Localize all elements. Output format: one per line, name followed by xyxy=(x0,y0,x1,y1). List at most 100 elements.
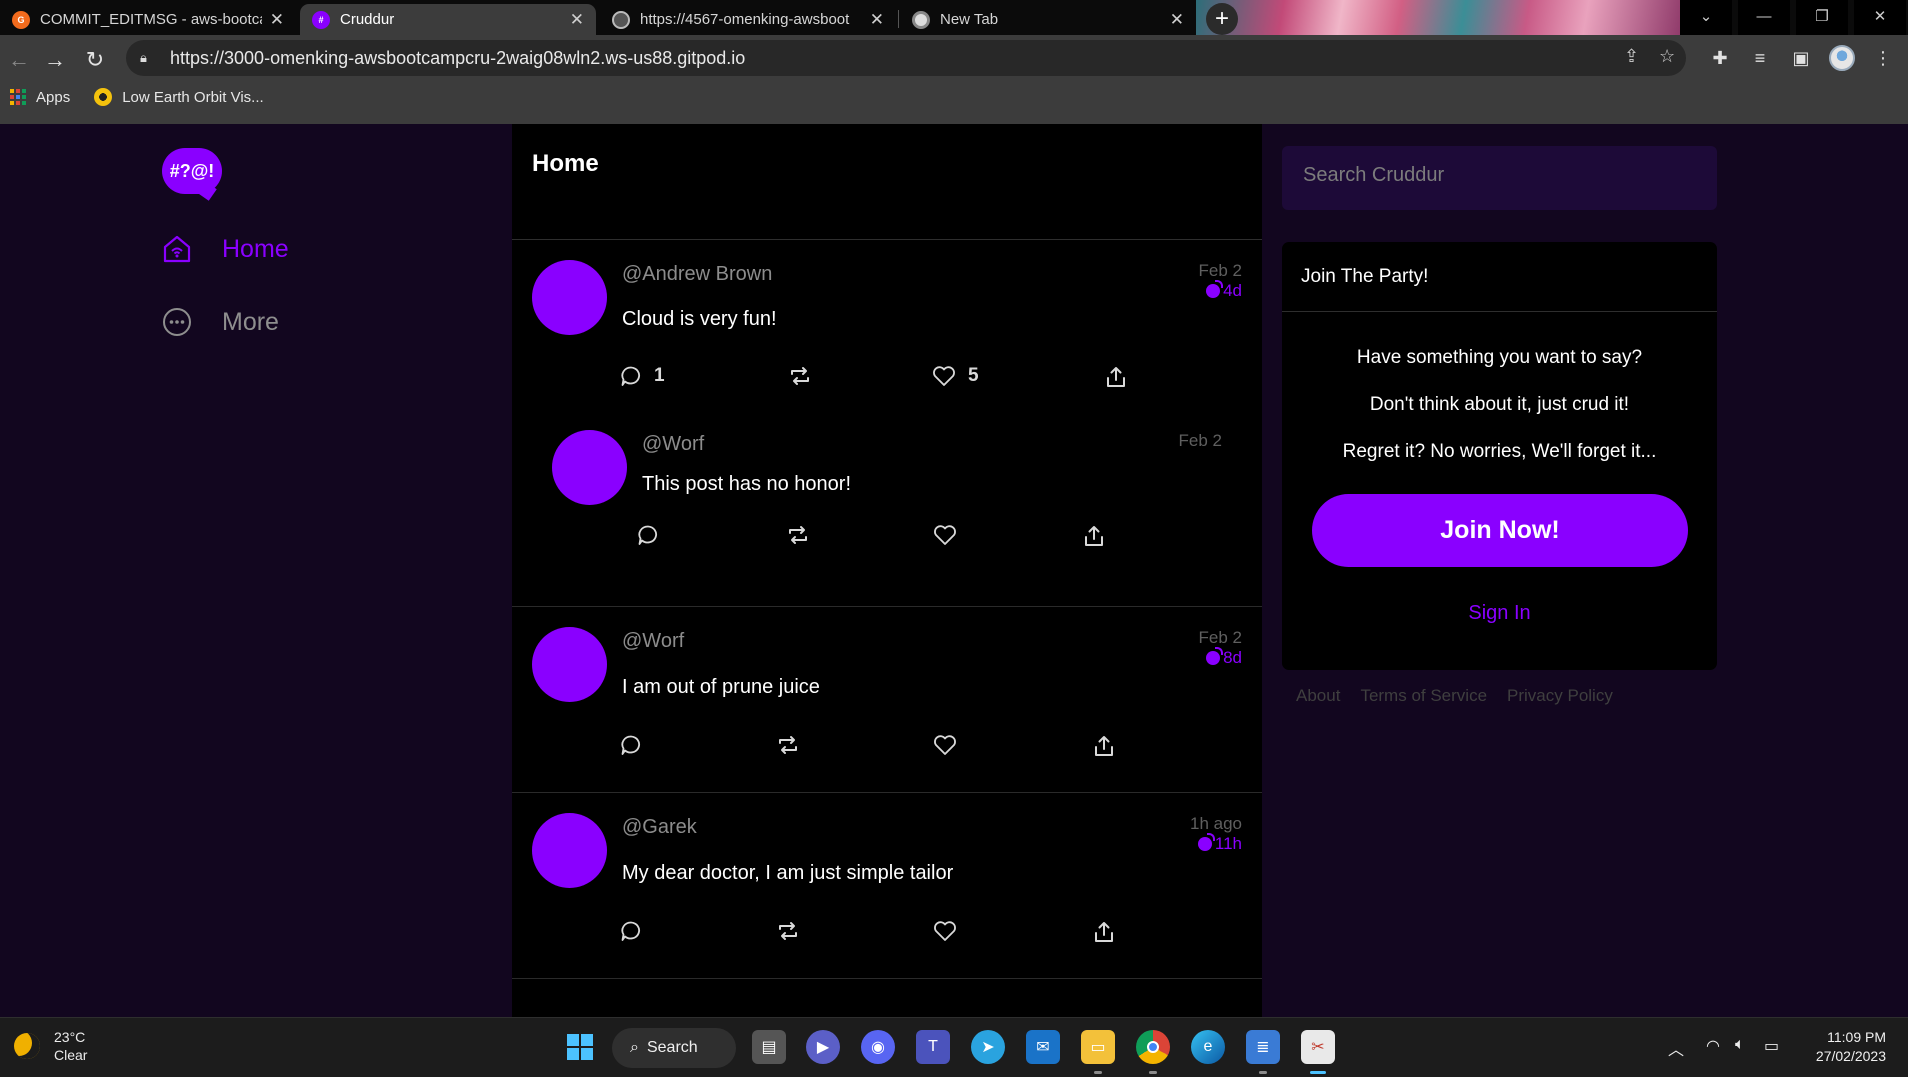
address-bar[interactable]: 🔒︎ https://3000-omenking-awsbootcampcru-… xyxy=(126,40,1686,76)
repost-button[interactable] xyxy=(776,920,800,942)
wifi-icon[interactable]: ◠ xyxy=(1706,1036,1720,1056)
activity-handle[interactable]: @Garek xyxy=(622,816,697,839)
show-hidden-icons-chevron-icon[interactable]: ︿ xyxy=(1668,1036,1684,1060)
bookmark-star-icon[interactable]: ☆ xyxy=(1659,46,1675,67)
share-button[interactable] xyxy=(1092,734,1116,758)
like-button[interactable] xyxy=(933,734,957,756)
reply-button[interactable]: 1 xyxy=(620,365,665,387)
file-explorer-icon[interactable]: ▭ xyxy=(1081,1030,1115,1064)
share-button[interactable] xyxy=(1082,524,1106,548)
reply-button[interactable] xyxy=(637,524,659,546)
restore-icon[interactable]: ❐ xyxy=(1796,0,1848,35)
reload-icon[interactable]: ↻ xyxy=(80,45,110,75)
like-button[interactable]: 5 xyxy=(932,365,979,387)
browser-tab-strip: G COMMIT_EDITMSG - aws-bootca ✕ # Cruddu… xyxy=(0,0,1908,42)
battery-icon[interactable]: ▭ xyxy=(1764,1036,1779,1056)
reply-handle[interactable]: @Worf xyxy=(642,433,704,456)
extensions-puzzle-icon[interactable]: ✚ xyxy=(1707,45,1733,71)
taskbar-search[interactable]: ⌕ Search xyxy=(612,1028,736,1068)
heart-icon xyxy=(933,366,955,386)
tab-commit-editmsg[interactable]: G COMMIT_EDITMSG - aws-bootca ✕ xyxy=(0,4,296,35)
cruddur-logo[interactable]: #?@! xyxy=(162,148,222,201)
share-button[interactable] xyxy=(1092,920,1116,944)
join-card-title: Join The Party! xyxy=(1282,242,1717,312)
search-input[interactable]: Search Cruddur xyxy=(1282,146,1717,210)
menu-kebab-icon[interactable]: ⋮ xyxy=(1870,45,1896,71)
activity-item[interactable]: @Worf I am out of prune juice Feb 2 8d xyxy=(512,607,1262,793)
like-button[interactable] xyxy=(933,920,957,942)
reply-avatar[interactable] xyxy=(552,430,627,505)
footer-link-about[interactable]: About xyxy=(1296,686,1340,706)
tab-search-icon[interactable]: ⌄ xyxy=(1680,0,1732,35)
edge-icon[interactable]: e xyxy=(1191,1030,1225,1064)
moon-icon xyxy=(14,1033,40,1059)
volume-icon[interactable]: 🔈︎ xyxy=(1735,1036,1745,1054)
created-at: Feb 2 xyxy=(1178,431,1222,450)
tab-4567-gitpod[interactable]: https://4567-omenking-awsboot ✕ xyxy=(600,4,896,35)
notepad-icon[interactable]: ≣ xyxy=(1246,1030,1280,1064)
close-tab-icon[interactable]: ✕ xyxy=(870,10,884,30)
discord-icon[interactable]: ◉ xyxy=(861,1030,895,1064)
activity-handle[interactable]: @Worf xyxy=(622,630,684,653)
windows-start-icon[interactable] xyxy=(563,1030,597,1064)
like-button[interactable] xyxy=(933,524,957,546)
tab-cruddur[interactable]: # Cruddur ✕ xyxy=(300,4,596,35)
join-now-button[interactable]: Join Now! xyxy=(1312,494,1688,567)
footer-link-terms[interactable]: Terms of Service xyxy=(1360,686,1487,706)
avatar[interactable] xyxy=(532,813,607,888)
feed-header: Home xyxy=(512,124,1262,240)
avatar[interactable] xyxy=(532,260,607,335)
share-icon[interactable]: ⇪ xyxy=(1624,46,1639,67)
repost-icon xyxy=(779,736,797,754)
tab-separator xyxy=(898,10,899,28)
minimize-icon[interactable]: — xyxy=(1738,0,1790,35)
repost-button[interactable] xyxy=(776,734,800,756)
activity-actions: 1 5 xyxy=(512,365,1262,395)
share-icon xyxy=(1085,526,1103,546)
activity-meta: Feb 2 4d xyxy=(1199,261,1242,303)
avatar[interactable] xyxy=(532,627,607,702)
activity-handle[interactable]: @Andrew Brown xyxy=(622,263,772,286)
close-tab-icon[interactable]: ✕ xyxy=(1170,10,1184,30)
more-dots-icon xyxy=(162,307,192,337)
activity-message: My dear doctor, I am just simple tailor xyxy=(622,862,954,884)
bookmark-apps[interactable]: Apps xyxy=(10,89,70,106)
teams-chat-icon[interactable]: ▶ xyxy=(806,1030,840,1064)
close-tab-icon[interactable]: ✕ xyxy=(270,10,284,30)
telegram-icon[interactable]: ➤ xyxy=(971,1030,1005,1064)
bookmark-low-earth-orbit[interactable]: Low Earth Orbit Vis... xyxy=(94,88,264,106)
taskbar-clock[interactable]: 11:09 PM 27/02/2023 xyxy=(1816,1028,1886,1066)
share-button[interactable] xyxy=(1104,365,1128,389)
expires-at: 11h xyxy=(1197,833,1242,854)
reply-button[interactable] xyxy=(620,734,642,756)
home-feed: Home @Andrew Brown Cloud is very fun! Fe… xyxy=(512,124,1262,1017)
teams-icon[interactable]: T xyxy=(916,1030,950,1064)
mail-icon[interactable]: ✉ xyxy=(1026,1030,1060,1064)
share-icon xyxy=(1095,736,1113,756)
tab-new-tab[interactable]: New Tab ✕ xyxy=(900,4,1196,35)
activity-item[interactable]: @Andrew Brown Cloud is very fun! Feb 2 4… xyxy=(512,240,1262,607)
repost-button[interactable] xyxy=(786,524,810,546)
sidebar-item-home[interactable]: Home xyxy=(162,234,289,264)
sidebar-item-more[interactable]: More xyxy=(162,307,279,337)
media-queue-icon[interactable]: ≡ xyxy=(1747,45,1773,71)
activity-item[interactable]: @Garek My dear doctor, I am just simple … xyxy=(512,793,1262,979)
profile-avatar[interactable] xyxy=(1829,45,1855,71)
snipping-tool-icon[interactable]: ✂ xyxy=(1301,1030,1335,1064)
task-view-icon[interactable]: ▤ xyxy=(752,1030,786,1064)
reply-icon xyxy=(621,921,640,941)
sign-in-link[interactable]: Sign In xyxy=(1282,602,1717,625)
side-panel-icon[interactable]: ▣ xyxy=(1788,45,1814,71)
close-tab-icon[interactable]: ✕ xyxy=(570,10,584,30)
repost-button[interactable] xyxy=(788,365,812,387)
footer-link-privacy[interactable]: Privacy Policy xyxy=(1507,686,1613,706)
close-window-icon[interactable]: ✕ xyxy=(1854,0,1906,35)
back-arrow-icon[interactable]: ← xyxy=(4,45,34,75)
chrome-icon[interactable] xyxy=(1136,1030,1170,1064)
reply-button[interactable] xyxy=(620,920,642,942)
share-icon xyxy=(1107,367,1125,387)
weather-widget[interactable]: 23°C Clear xyxy=(14,1028,87,1064)
url-text[interactable]: https://3000-omenking-awsbootcampcru-2wa… xyxy=(170,48,745,69)
new-tab-button[interactable]: + xyxy=(1206,3,1238,35)
forward-arrow-icon[interactable]: → xyxy=(40,45,70,75)
